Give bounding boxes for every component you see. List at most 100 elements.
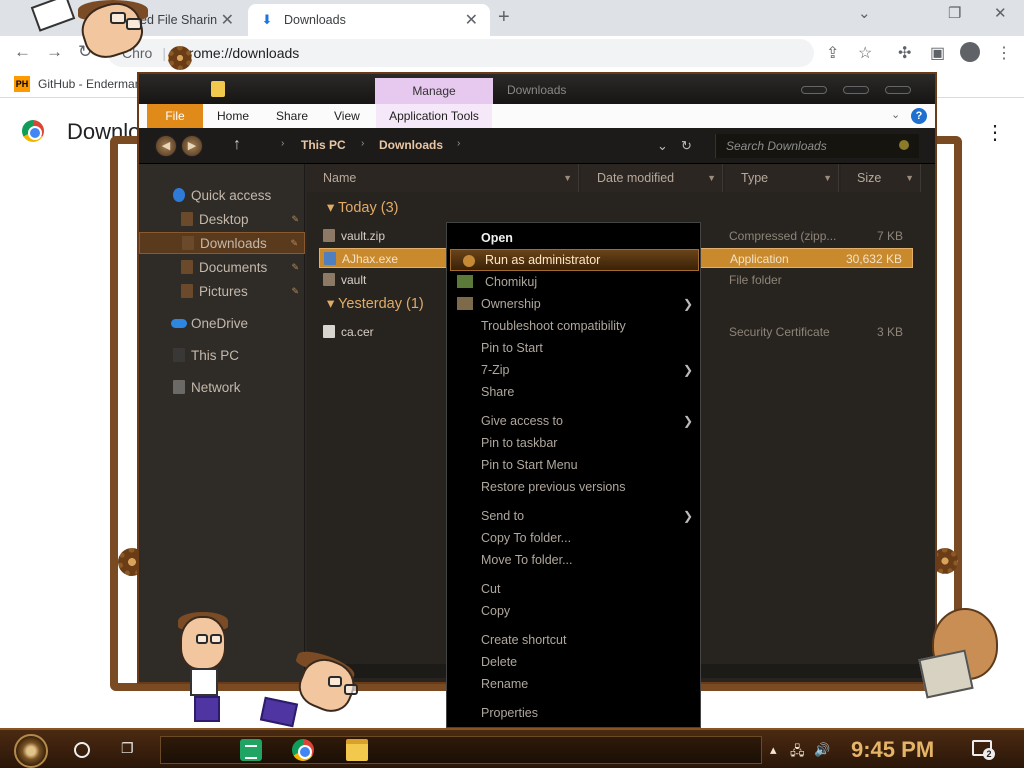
file-explorer-icon[interactable] (346, 739, 368, 761)
ribbon-collapse-icon[interactable]: ⌄ (891, 108, 900, 121)
sidebar-item-desktop[interactable]: Desktop ✎ (139, 208, 305, 230)
show-hidden-icons-icon[interactable]: ▴ (770, 742, 777, 758)
sidebar-item-quick-access[interactable]: Quick access (139, 184, 305, 206)
menu-item-chomikuj[interactable]: Chomikuj (447, 271, 700, 293)
downloads-menu-icon[interactable]: ⋮ (985, 120, 1005, 145)
column-header-date[interactable]: Date modified ▼ (581, 164, 723, 192)
share-icon[interactable]: ⇪ (826, 43, 839, 63)
close-tab-icon[interactable]: ✕ (221, 10, 234, 30)
back-icon[interactable]: ◀ (155, 135, 177, 157)
tab-file[interactable]: File (147, 104, 203, 128)
breadcrumb-separator: › (457, 138, 461, 149)
tab-share[interactable]: Share (276, 104, 308, 128)
column-header-name[interactable]: Name ▼ (307, 164, 579, 192)
menu-item-delete[interactable]: Delete (447, 651, 700, 673)
menu-item-give-access[interactable]: Give access to ❯ (447, 410, 700, 432)
group-header-yesterday[interactable]: ▾ Yesterday (1) (327, 296, 424, 312)
group-header-today[interactable]: ▾ Today (3) (327, 200, 399, 216)
sidebar-item-downloads[interactable]: Downloads ✎ (139, 232, 305, 254)
volume-icon[interactable]: 🔊 (814, 742, 830, 758)
sidebar-item-this-pc[interactable]: This PC (139, 344, 305, 366)
bookmark-star-icon[interactable]: ☆ (858, 43, 872, 63)
search-icon[interactable] (899, 140, 909, 150)
menu-item-properties[interactable]: Properties (447, 702, 700, 724)
tab-title: Downloads (284, 13, 346, 27)
forward-icon[interactable]: ▶ (181, 135, 203, 157)
google-sheets-icon[interactable] (240, 739, 262, 761)
menu-item-troubleshoot[interactable]: Troubleshoot compatibility (447, 315, 700, 337)
sidebar-item-onedrive[interactable]: OneDrive (139, 312, 305, 334)
menu-item-open[interactable]: Open (447, 227, 700, 249)
close-window-icon[interactable]: ✕ (994, 4, 1007, 22)
maximize-icon[interactable] (843, 86, 869, 94)
menu-item-ownership[interactable]: Ownership ❯ (447, 293, 700, 315)
minimize-icon[interactable]: ⌄ (858, 4, 871, 22)
sidebar-item-label: Network (191, 379, 241, 395)
menu-item-restore-versions[interactable]: Restore previous versions (447, 476, 700, 498)
taskbar-clock[interactable]: 9:45 PM (851, 737, 934, 763)
menu-item-pin-to-start-menu[interactable]: Pin to Start Menu (447, 454, 700, 476)
sidebar-item-label: OneDrive (191, 315, 249, 331)
tab-downloads[interactable]: ⬇ Downloads ✕ (248, 4, 490, 36)
menu-item-send-to[interactable]: Send to ❯ (447, 505, 700, 527)
file-name: AJhax.exe (342, 252, 399, 266)
sidebar-item-network[interactable]: Network (139, 376, 305, 398)
help-icon[interactable]: ? (911, 108, 927, 124)
chomikuj-icon (457, 275, 473, 288)
pin-icon: ✎ (291, 213, 299, 224)
chrome-toolbar: ← → ↻ Chro | chrome://downloads ⇪ ☆ ✣ ▣ … (0, 36, 1024, 70)
back-button[interactable]: ← (14, 42, 31, 62)
refresh-icon[interactable]: ↻ (681, 138, 692, 154)
folder-icon[interactable] (211, 81, 225, 97)
menu-item-pin-to-start[interactable]: Pin to Start (447, 337, 700, 359)
chrome-menu-icon[interactable]: ⋮ (996, 43, 1012, 63)
tab-application-tools[interactable]: Application Tools (376, 104, 492, 128)
column-header-size[interactable]: Size ▼ (841, 164, 921, 192)
menu-item-copy[interactable]: Copy (447, 600, 700, 622)
navigation-pane: Quick access Desktop ✎ Downloads ✎ Docum… (139, 164, 305, 682)
menu-item-label: Give access to (481, 414, 563, 428)
bookmark-github[interactable]: GitHub - Enderman (38, 77, 141, 91)
breadcrumb-this-pc[interactable]: This PC (301, 138, 346, 152)
close-window-icon[interactable] (885, 86, 911, 94)
close-tab-icon[interactable]: ✕ (465, 10, 478, 30)
computer-icon (173, 348, 185, 362)
up-arrow-icon[interactable]: ↑ (233, 136, 241, 154)
sidebar-item-label: Pictures (199, 283, 248, 299)
minimize-icon[interactable] (801, 86, 827, 94)
file-name: vault.zip (341, 229, 386, 243)
profile-avatar[interactable] (960, 42, 980, 62)
task-view-icon[interactable]: ❐ (121, 740, 134, 757)
column-header-type[interactable]: Type ▼ (725, 164, 839, 192)
menu-item-share[interactable]: Share (447, 381, 700, 403)
menu-item-run-as-administrator[interactable]: Run as administrator (450, 249, 699, 271)
cortana-icon[interactable] (74, 742, 90, 758)
tab-view[interactable]: View (334, 104, 360, 128)
cloud-icon (171, 318, 187, 328)
chrome-icon[interactable] (292, 739, 314, 761)
menu-item-rename[interactable]: Rename (447, 673, 700, 695)
submenu-arrow-icon: ❯ (683, 297, 694, 311)
start-button[interactable] (14, 734, 48, 768)
breadcrumb-downloads[interactable]: Downloads (379, 138, 443, 152)
chevron-down-icon[interactable]: ⌄ (657, 138, 668, 154)
sidebar-item-documents[interactable]: Documents ✎ (139, 256, 305, 278)
menu-item-7zip[interactable]: 7-Zip ❯ (447, 359, 700, 381)
side-panel-icon[interactable]: ▣ (930, 43, 945, 63)
forward-button[interactable]: → (46, 42, 63, 62)
address-bar[interactable]: Chro | chrome://downloads (108, 39, 814, 67)
sidebar-item-pictures[interactable]: Pictures ✎ (139, 280, 305, 302)
tab-manage[interactable]: Manage (375, 78, 493, 104)
menu-item-create-shortcut[interactable]: Create shortcut (447, 629, 700, 651)
menu-item-pin-to-taskbar[interactable]: Pin to taskbar (447, 432, 700, 454)
tab-home[interactable]: Home (217, 104, 249, 128)
restore-icon[interactable]: ❐ (948, 4, 961, 22)
menu-item-cut[interactable]: Cut (447, 578, 700, 600)
network-icon[interactable]: 🖧 (790, 742, 805, 764)
chevron-down-icon: ▾ (327, 200, 339, 216)
new-tab-button[interactable]: + (498, 6, 510, 29)
search-input[interactable]: Search Downloads (715, 134, 919, 158)
menu-item-move-to-folder[interactable]: Move To folder... (447, 549, 700, 571)
menu-item-copy-to-folder[interactable]: Copy To folder... (447, 527, 700, 549)
extensions-icon[interactable]: ✣ (898, 43, 911, 63)
